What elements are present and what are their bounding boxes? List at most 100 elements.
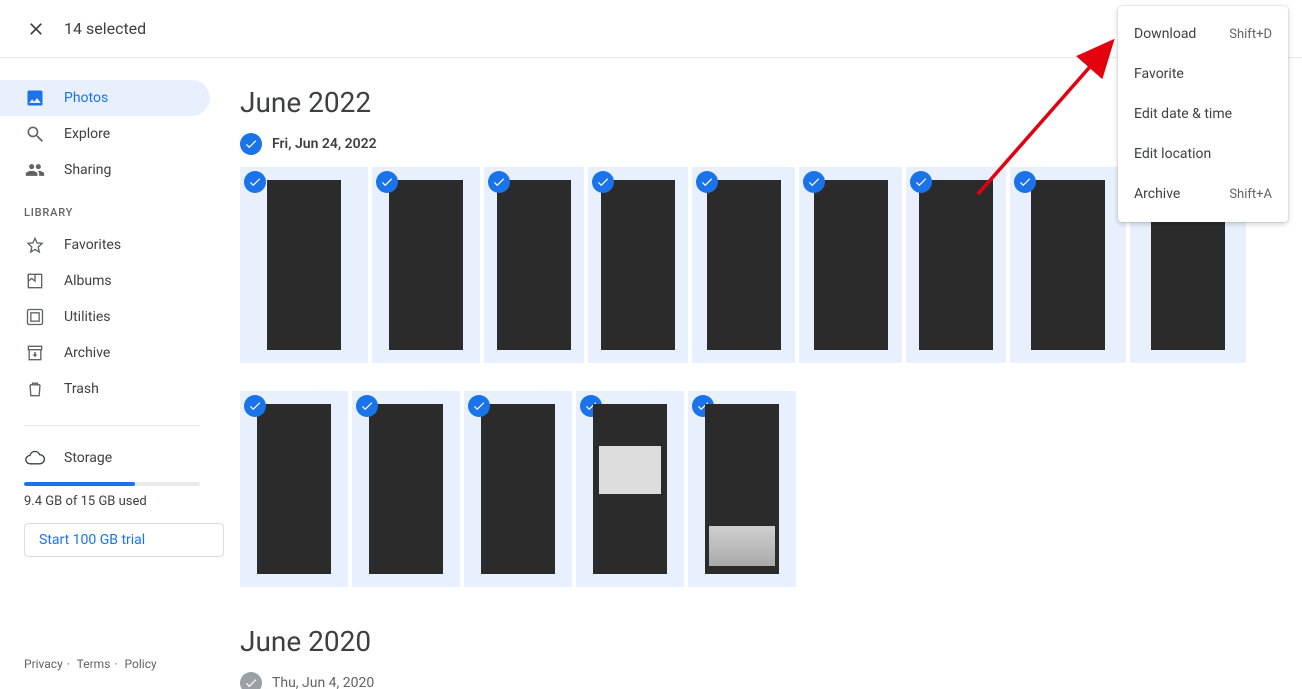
storage-progress bbox=[24, 482, 200, 486]
check-icon bbox=[914, 175, 928, 189]
photo-image bbox=[1031, 180, 1105, 350]
sidebar-item-label: Trash bbox=[64, 381, 99, 397]
check-icon bbox=[360, 399, 374, 413]
sidebar-item-archive[interactable]: Archive bbox=[0, 335, 210, 371]
photo-image bbox=[707, 180, 781, 350]
sidebar-item-label: Sharing bbox=[64, 162, 111, 178]
sidebar-item-label: Favorites bbox=[64, 237, 121, 253]
photo-image bbox=[593, 404, 667, 574]
sidebar-item-label: Photos bbox=[64, 90, 108, 106]
sidebar-item-label: Archive bbox=[64, 345, 110, 361]
sidebar-item-explore[interactable]: Explore bbox=[0, 116, 210, 152]
check-icon bbox=[1018, 175, 1032, 189]
date-label: Thu, Jun 4, 2020 bbox=[272, 675, 374, 689]
sidebar-item-utilities[interactable]: Utilities bbox=[0, 299, 210, 335]
photo-thumbnail[interactable] bbox=[688, 391, 796, 587]
storage-label: Storage bbox=[64, 450, 112, 466]
sidebar-item-photos[interactable]: Photos bbox=[0, 80, 210, 116]
section-title: June 2020 bbox=[240, 625, 1302, 658]
photo-select-checkbox[interactable] bbox=[803, 171, 825, 193]
photo-image bbox=[369, 404, 443, 574]
photo-image bbox=[919, 180, 993, 350]
sidebar-item-sharing[interactable]: Sharing bbox=[0, 152, 210, 188]
photo-thumbnail[interactable] bbox=[464, 391, 572, 587]
photo-image bbox=[705, 404, 779, 574]
sidebar: Photos Explore Sharing LIBRARY Favorites… bbox=[0, 58, 224, 689]
privacy-link[interactable]: Privacy bbox=[24, 657, 63, 671]
menu-item-archive[interactable]: Archive Shift+A bbox=[1118, 174, 1288, 214]
photo-image bbox=[814, 180, 888, 350]
check-icon bbox=[244, 137, 258, 151]
menu-item-label: Edit date & time bbox=[1134, 106, 1232, 122]
check-icon bbox=[492, 175, 506, 189]
utilities-icon bbox=[24, 306, 46, 328]
close-selection-button[interactable] bbox=[16, 9, 56, 49]
sidebar-item-trash[interactable]: Trash bbox=[0, 371, 210, 407]
footer-links: Privacy· Terms· Policy bbox=[0, 657, 224, 689]
photo-thumbnail[interactable] bbox=[906, 167, 1006, 363]
menu-item-label: Archive bbox=[1134, 186, 1180, 202]
photo-thumbnail[interactable] bbox=[484, 167, 584, 363]
sidebar-item-albums[interactable]: Albums bbox=[0, 263, 210, 299]
photo-select-checkbox[interactable] bbox=[592, 171, 614, 193]
check-icon bbox=[596, 175, 610, 189]
photo-image bbox=[481, 404, 555, 574]
photo-thumbnail[interactable] bbox=[576, 391, 684, 587]
menu-item-shortcut: Shift+A bbox=[1229, 187, 1272, 202]
photo-thumbnail[interactable] bbox=[240, 167, 368, 363]
people-icon bbox=[24, 159, 46, 181]
check-icon bbox=[380, 175, 394, 189]
photo-select-checkbox[interactable] bbox=[376, 171, 398, 193]
photo-select-checkbox[interactable] bbox=[910, 171, 932, 193]
menu-item-favorite[interactable]: Favorite bbox=[1118, 54, 1288, 94]
context-menu: Download Shift+D Favorite Edit date & ti… bbox=[1118, 6, 1288, 222]
menu-item-label: Favorite bbox=[1134, 66, 1184, 82]
photo-select-checkbox[interactable] bbox=[244, 395, 266, 417]
sidebar-item-favorites[interactable]: Favorites bbox=[0, 227, 210, 263]
menu-item-shortcut: Shift+D bbox=[1229, 27, 1272, 42]
photo-select-checkbox[interactable] bbox=[468, 395, 490, 417]
photo-select-checkbox[interactable] bbox=[1014, 171, 1036, 193]
menu-item-edit-date[interactable]: Edit date & time bbox=[1118, 94, 1288, 134]
photo-select-checkbox[interactable] bbox=[488, 171, 510, 193]
photo-grid bbox=[240, 391, 1302, 587]
cloud-icon bbox=[24, 447, 46, 469]
terms-link[interactable]: Terms bbox=[77, 657, 111, 671]
check-icon bbox=[700, 175, 714, 189]
policy-link[interactable]: Policy bbox=[125, 657, 157, 671]
photo-thumbnail[interactable] bbox=[352, 391, 460, 587]
selection-count: 14 selected bbox=[64, 19, 146, 38]
date-label: Fri, Jun 24, 2022 bbox=[272, 136, 377, 152]
search-icon bbox=[24, 123, 46, 145]
photo-image bbox=[267, 180, 341, 350]
sidebar-item-label: Albums bbox=[64, 273, 112, 289]
photos-icon bbox=[24, 87, 46, 109]
start-trial-button[interactable]: Start 100 GB trial bbox=[24, 523, 224, 557]
photo-thumbnail[interactable] bbox=[692, 167, 795, 363]
menu-item-label: Download bbox=[1134, 26, 1196, 42]
photo-select-checkbox[interactable] bbox=[356, 395, 378, 417]
selection-header: 14 selected bbox=[0, 0, 1302, 58]
close-icon bbox=[26, 19, 46, 39]
photo-thumbnail[interactable] bbox=[1010, 167, 1126, 363]
photo-thumbnail[interactable] bbox=[240, 391, 348, 587]
check-icon bbox=[248, 399, 262, 413]
photo-image bbox=[257, 404, 331, 574]
storage-used-text: 9.4 GB of 15 GB used bbox=[0, 494, 224, 509]
sidebar-item-storage[interactable]: Storage bbox=[0, 440, 224, 476]
photo-select-checkbox[interactable] bbox=[244, 171, 266, 193]
sidebar-item-label: Explore bbox=[64, 126, 110, 142]
sidebar-item-label: Utilities bbox=[64, 309, 111, 325]
menu-item-download[interactable]: Download Shift+D bbox=[1118, 14, 1288, 54]
photo-thumbnail[interactable] bbox=[799, 167, 902, 363]
check-icon bbox=[248, 175, 262, 189]
menu-item-edit-location[interactable]: Edit location bbox=[1118, 134, 1288, 174]
photo-thumbnail[interactable] bbox=[588, 167, 688, 363]
photo-thumbnail[interactable] bbox=[372, 167, 480, 363]
date-select-checkbox[interactable] bbox=[240, 133, 262, 155]
menu-item-label: Edit location bbox=[1134, 146, 1211, 162]
date-select-checkbox[interactable] bbox=[240, 672, 262, 689]
photo-select-checkbox[interactable] bbox=[696, 171, 718, 193]
check-icon bbox=[244, 676, 258, 689]
archive-icon bbox=[24, 342, 46, 364]
